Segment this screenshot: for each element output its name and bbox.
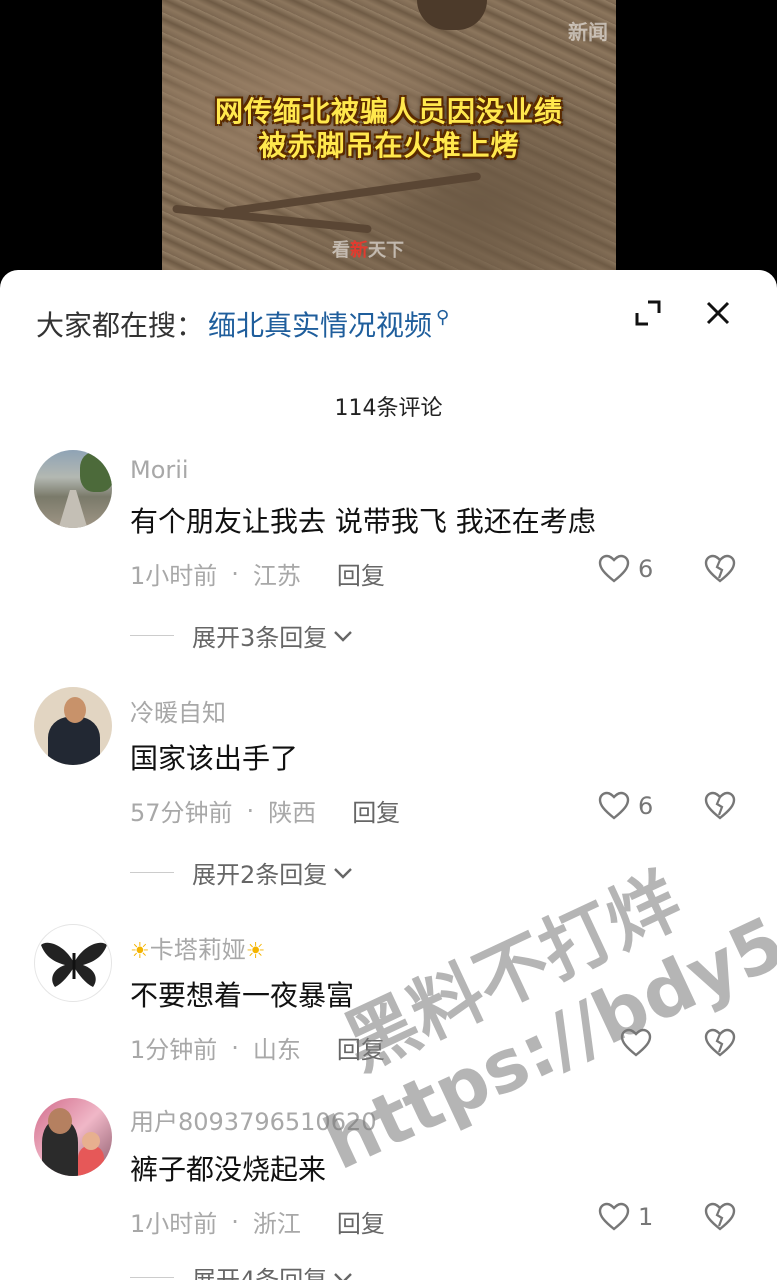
avatar-child: [78, 1146, 104, 1176]
video-channel-logo-suffix: 天下: [368, 240, 404, 261]
video-trunk: [417, 0, 487, 30]
sun-icon: ☀: [130, 939, 150, 964]
comment-time: 1分钟前: [130, 1036, 218, 1064]
comment-content[interactable]: 国家该出手了: [130, 737, 298, 777]
like-count: 6: [638, 555, 654, 583]
meta-dot: ·: [231, 1033, 239, 1062]
comment-location: 山东: [252, 1036, 301, 1064]
broken-heart-icon[interactable]: [704, 554, 736, 584]
expand-divider: [130, 635, 174, 636]
close-icon[interactable]: [704, 299, 732, 327]
meta-dot: ·: [231, 1207, 239, 1236]
comment-meta: 1分钟前 · 山东 回复: [130, 1030, 385, 1065]
video-player[interactable]: 新闻 网传缅北被骗人员因没业绩 被赤脚吊在火堆上烤 看新天下: [0, 0, 777, 290]
avatar-head: [64, 697, 86, 723]
heart-icon: [598, 554, 630, 583]
avatar-person: [48, 717, 100, 765]
avatar-tree: [80, 452, 112, 492]
chevron-down-icon: [334, 1272, 353, 1280]
comment-time: 1小时前: [130, 562, 218, 590]
comment-time: 57分钟前: [130, 799, 233, 827]
like-button[interactable]: 6: [598, 791, 653, 821]
broken-heart-icon[interactable]: [704, 1202, 736, 1232]
avatar-road: [58, 490, 88, 528]
reply-button[interactable]: 回复: [352, 793, 400, 828]
comment-meta: 1小时前 · 江苏 回复: [130, 556, 385, 591]
heart-icon: [620, 1028, 652, 1057]
butterfly-avatar-icon: [41, 942, 107, 987]
search-icon[interactable]: ⚲: [436, 307, 449, 328]
comment-sheet: 大家都在搜： 缅北真实情况视频 ⚲ 114条评论 Morii 有个朋友让我去 说…: [0, 270, 777, 1280]
chevron-down-icon: [334, 630, 353, 642]
avatar-child-head: [82, 1132, 100, 1150]
like-button[interactable]: [620, 1028, 660, 1058]
comment-location: 浙江: [252, 1210, 301, 1238]
comment-content[interactable]: 不要想着一夜暴富: [130, 974, 354, 1014]
avatar[interactable]: [34, 687, 112, 765]
avatar[interactable]: [34, 924, 112, 1002]
expand-replies-label: 展开4条回复: [192, 1266, 328, 1280]
search-suggestion[interactable]: 大家都在搜： 缅北真实情况视频 ⚲: [36, 304, 449, 344]
expand-divider: [130, 1277, 174, 1278]
like-button[interactable]: 1: [598, 1202, 653, 1232]
search-prefix: 大家都在搜：: [36, 309, 205, 342]
comment-username[interactable]: 用户8093796510620: [130, 1102, 377, 1137]
video-channel-logo: 看新天下: [332, 236, 404, 262]
expand-replies-label: 展开2条回复: [192, 861, 328, 889]
heart-icon: [598, 791, 630, 820]
video-logo: 新闻: [568, 20, 608, 44]
video-channel-logo-red: 新: [350, 240, 368, 261]
broken-heart-icon[interactable]: [704, 791, 736, 821]
fullscreen-icon[interactable]: [634, 299, 662, 327]
comment-meta: 57分钟前 · 陕西 回复: [130, 793, 400, 828]
video-channel-logo-prefix: 看: [332, 240, 350, 261]
sun-icon: ☀: [245, 939, 266, 964]
comment-username[interactable]: 冷暖自知: [130, 693, 226, 728]
broken-heart-icon[interactable]: [704, 1028, 736, 1058]
comment-time: 1小时前: [130, 1210, 218, 1238]
meta-dot: ·: [246, 796, 255, 825]
video-caption-line2: 被赤脚吊在火堆上烤: [258, 129, 520, 162]
expand-replies-button[interactable]: 展开2条回复: [130, 855, 353, 890]
like-count: 1: [638, 1203, 654, 1231]
expand-replies-button[interactable]: 展开3条回复: [130, 618, 353, 653]
video-frame[interactable]: 新闻 网传缅北被骗人员因没业绩 被赤脚吊在火堆上烤 看新天下: [162, 0, 616, 290]
comment-content[interactable]: 有个朋友让我去 说带我飞 我还在考虑: [130, 500, 596, 540]
avatar-head: [48, 1108, 72, 1134]
expand-divider: [130, 872, 174, 873]
meta-dot: ·: [231, 559, 239, 588]
expand-replies-button[interactable]: 展开4条回复: [130, 1260, 353, 1280]
search-term-link[interactable]: 缅北真实情况视频: [208, 304, 432, 344]
comment-username[interactable]: ☀卡塔莉娅☀: [130, 930, 265, 965]
heart-icon: [598, 1202, 630, 1231]
comment-location: 江苏: [252, 562, 301, 590]
like-count: 6: [638, 792, 654, 820]
reply-button[interactable]: 回复: [337, 1204, 385, 1239]
reply-button[interactable]: 回复: [337, 556, 385, 591]
comment-username[interactable]: Morii: [130, 456, 189, 484]
expand-replies-label: 展开3条回复: [192, 624, 328, 652]
comment-location: 陕西: [268, 799, 317, 827]
reply-button[interactable]: 回复: [337, 1030, 385, 1065]
avatar[interactable]: [34, 450, 112, 528]
like-button[interactable]: 6: [598, 554, 653, 584]
avatar[interactable]: [34, 1098, 112, 1176]
comment-count: 114条评论: [334, 396, 443, 421]
comment-username-text: 卡塔莉娅: [149, 936, 246, 964]
video-branch: [222, 171, 482, 217]
comment-meta: 1小时前 · 浙江 回复: [130, 1204, 385, 1239]
chevron-down-icon: [334, 867, 353, 879]
comment-content[interactable]: 裤子都没烧起来: [130, 1148, 326, 1188]
